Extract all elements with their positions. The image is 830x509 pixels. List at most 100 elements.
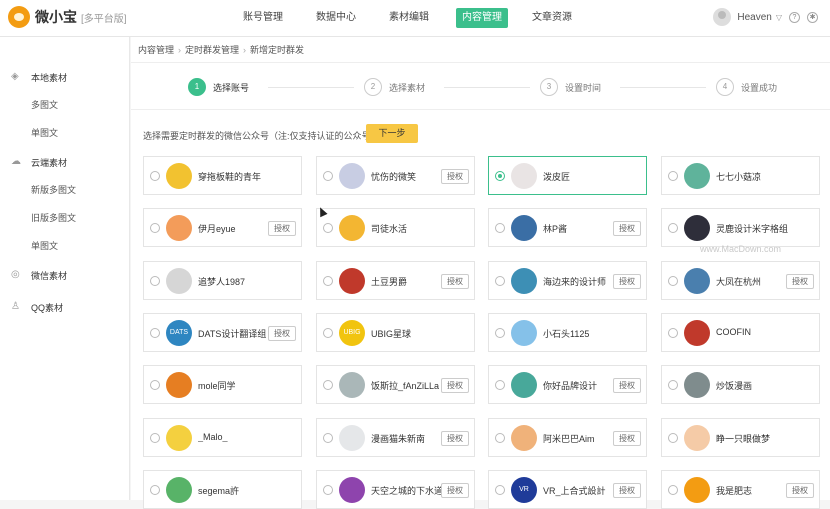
account-radio[interactable] bbox=[668, 223, 678, 233]
account-radio[interactable] bbox=[150, 276, 160, 286]
account-radio[interactable] bbox=[495, 433, 505, 443]
account-radio[interactable] bbox=[668, 276, 678, 286]
account-card[interactable]: VR VR_上合式設計 授权 bbox=[488, 470, 647, 509]
account-radio[interactable] bbox=[668, 328, 678, 338]
account-name: 海边来的设计师 bbox=[543, 277, 607, 287]
user-name[interactable]: Heaven bbox=[737, 12, 771, 23]
account-card[interactable]: 阿米巴巴Aim 授权 bbox=[488, 418, 647, 457]
authorize-button[interactable]: 授权 bbox=[268, 326, 296, 341]
account-card[interactable]: 你好品牌设计 授权 bbox=[488, 365, 647, 404]
account-radio[interactable] bbox=[323, 328, 333, 338]
account-card[interactable]: 漫画猫朱新南 授权 bbox=[316, 418, 475, 457]
account-card[interactable]: 饭斯拉_fAnZiLLa 授权 bbox=[316, 365, 475, 404]
account-card[interactable]: COOFIN bbox=[661, 313, 820, 352]
sidebar-item[interactable]: 单图文 bbox=[31, 236, 58, 256]
account-name: 穿拖板鞋的青年 bbox=[198, 172, 262, 182]
authorize-button[interactable]: 授权 bbox=[613, 378, 641, 393]
sidebar-item[interactable]: 新版多图文 bbox=[31, 180, 76, 200]
sidebar-group-label: 微信素材 bbox=[31, 270, 68, 281]
account-radio[interactable] bbox=[495, 171, 505, 181]
account-radio[interactable] bbox=[150, 380, 160, 390]
account-radio[interactable] bbox=[150, 328, 160, 338]
sidebar-item[interactable]: 旧版多图文 bbox=[31, 208, 76, 228]
sidebar-group[interactable]: ◎ 微信素材 bbox=[0, 263, 130, 287]
account-card[interactable]: 大凤在杭州 授权 bbox=[661, 261, 820, 300]
layers-icon: ◈ bbox=[11, 71, 19, 82]
account-radio[interactable] bbox=[150, 223, 160, 233]
account-card[interactable]: 伊月eyue 授权 bbox=[143, 208, 302, 247]
nav-item[interactable]: 数据中心 bbox=[310, 8, 362, 28]
user-avatar[interactable] bbox=[713, 8, 732, 26]
account-card[interactable]: 睁一只眼做梦 bbox=[661, 418, 820, 457]
account-avatar bbox=[511, 163, 537, 189]
account-card[interactable]: 小石头1125 bbox=[488, 313, 647, 352]
account-radio[interactable] bbox=[323, 171, 333, 181]
account-radio[interactable] bbox=[150, 171, 160, 181]
authorize-button[interactable]: 授权 bbox=[613, 431, 641, 446]
sidebar-group[interactable]: ♙ QQ素材 bbox=[0, 295, 130, 319]
account-card[interactable]: 天空之城的下水道 授权 bbox=[316, 470, 475, 509]
account-radio[interactable] bbox=[323, 485, 333, 495]
account-card[interactable]: DATS DATS设计翻译组 授权 bbox=[143, 313, 302, 352]
nav-item[interactable]: 账号管理 bbox=[237, 8, 289, 28]
account-radio[interactable] bbox=[150, 433, 160, 443]
gear-icon[interactable]: ✱ bbox=[807, 11, 818, 23]
authorize-button[interactable]: 授权 bbox=[441, 483, 469, 498]
sidebar-item[interactable]: 单图文 bbox=[31, 123, 58, 143]
account-card[interactable]: 司徒水活 bbox=[316, 208, 475, 247]
breadcrumb-item[interactable]: 内容管理 bbox=[138, 43, 174, 56]
authorize-button[interactable]: 授权 bbox=[613, 221, 641, 236]
account-radio[interactable] bbox=[323, 433, 333, 443]
authorize-button[interactable]: 授权 bbox=[786, 483, 814, 498]
account-card[interactable]: 我是肥志 授权 bbox=[661, 470, 820, 509]
sidebar-group[interactable]: ☁ 云端素材 bbox=[0, 150, 130, 174]
account-card[interactable]: UBIG UBIG星球 bbox=[316, 313, 475, 352]
next-step-button[interactable]: 下一步 bbox=[366, 124, 418, 143]
sidebar-group[interactable]: ◈ 本地素材 bbox=[0, 65, 130, 89]
authorize-button[interactable]: 授权 bbox=[786, 274, 814, 289]
account-card[interactable]: 泼皮匠 bbox=[488, 156, 647, 195]
authorize-button[interactable]: 授权 bbox=[613, 483, 641, 498]
account-card[interactable]: mole同学 bbox=[143, 365, 302, 404]
account-radio[interactable] bbox=[495, 328, 505, 338]
account-card[interactable]: 海边来的设计师 授权 bbox=[488, 261, 647, 300]
account-card[interactable]: 追梦人1987 bbox=[143, 261, 302, 300]
account-radio[interactable] bbox=[495, 380, 505, 390]
account-card[interactable]: 灵鹿设计米字格组 bbox=[661, 208, 820, 247]
account-card[interactable]: 林P酱 授权 bbox=[488, 208, 647, 247]
account-radio[interactable] bbox=[668, 485, 678, 495]
account-radio[interactable] bbox=[668, 380, 678, 390]
account-radio[interactable] bbox=[495, 276, 505, 286]
account-radio[interactable] bbox=[150, 485, 160, 495]
authorize-button[interactable]: 授权 bbox=[441, 431, 469, 446]
authorize-button[interactable]: 授权 bbox=[441, 274, 469, 289]
account-radio[interactable] bbox=[323, 380, 333, 390]
chevron-down-icon[interactable]: ▽ bbox=[776, 13, 782, 22]
account-radio[interactable] bbox=[323, 276, 333, 286]
nav-item[interactable]: 素材编辑 bbox=[383, 8, 435, 28]
step: 3 设置时间 bbox=[540, 78, 601, 96]
nav-item[interactable]: 文章资源 bbox=[526, 8, 578, 28]
account-card[interactable]: 土豆男爵 授权 bbox=[316, 261, 475, 300]
account-card[interactable]: 炒饭漫画 bbox=[661, 365, 820, 404]
authorize-button[interactable]: 授权 bbox=[613, 274, 641, 289]
account-radio[interactable] bbox=[323, 223, 333, 233]
account-card[interactable]: 忧伤的微笑 授权 bbox=[316, 156, 475, 195]
help-icon[interactable]: ? bbox=[789, 11, 800, 23]
account-card[interactable]: 穿拖板鞋的青年 bbox=[143, 156, 302, 195]
account-radio[interactable] bbox=[668, 171, 678, 181]
app-logo[interactable]: 微小宝 [多平台版] bbox=[8, 6, 127, 28]
account-radio[interactable] bbox=[668, 433, 678, 443]
account-card[interactable]: 七七小菇凉 bbox=[661, 156, 820, 195]
sidebar-item[interactable]: 多图文 bbox=[31, 95, 58, 115]
breadcrumb-item[interactable]: 定时群发管理 bbox=[185, 43, 239, 56]
account-radio[interactable] bbox=[495, 223, 505, 233]
account-radio[interactable] bbox=[495, 485, 505, 495]
authorize-button[interactable]: 授权 bbox=[441, 378, 469, 393]
nav-item[interactable]: 内容管理 bbox=[456, 8, 508, 28]
account-avatar bbox=[684, 320, 710, 346]
account-card[interactable]: segema許 bbox=[143, 470, 302, 509]
account-card[interactable]: _Malo_ bbox=[143, 418, 302, 457]
authorize-button[interactable]: 授权 bbox=[441, 169, 469, 184]
authorize-button[interactable]: 授权 bbox=[268, 221, 296, 236]
